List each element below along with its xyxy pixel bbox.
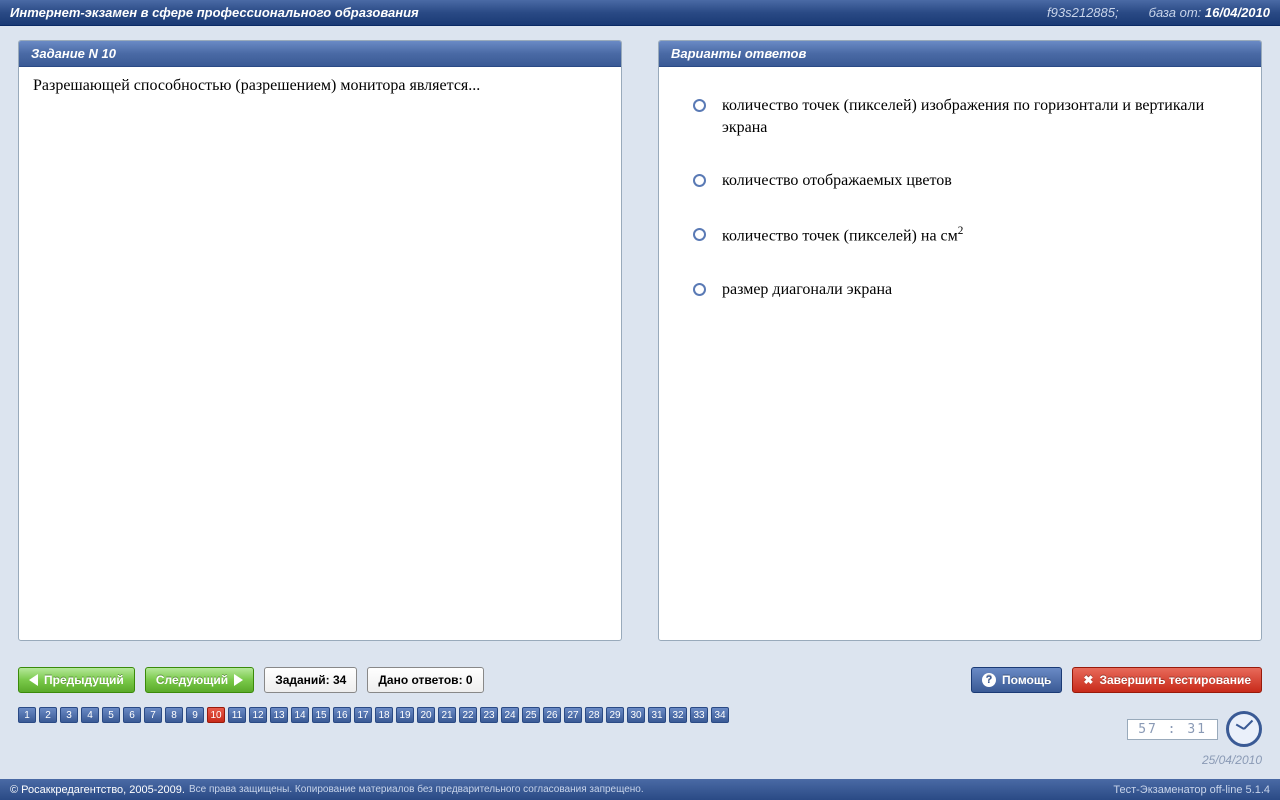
nav-question-27[interactable]: 27: [564, 707, 582, 723]
nav-question-25[interactable]: 25: [522, 707, 540, 723]
nav-question-30[interactable]: 30: [627, 707, 645, 723]
question-text: Разрешающей способностью (разрешением) м…: [19, 67, 621, 640]
answer-text: количество точек (пикселей) изображения …: [722, 95, 1247, 138]
answer-option[interactable]: количество точек (пикселей) на см2: [693, 224, 1247, 247]
radio-button[interactable]: [693, 99, 706, 112]
nav-question-16[interactable]: 16: [333, 707, 351, 723]
help-button[interactable]: ? Помощь: [971, 667, 1062, 693]
radio-button[interactable]: [693, 174, 706, 187]
nav-question-6[interactable]: 6: [123, 707, 141, 723]
nav-question-29[interactable]: 29: [606, 707, 624, 723]
finish-button[interactable]: ✖ Завершить тестирование: [1072, 667, 1262, 693]
current-date: 25/04/2010: [1202, 753, 1262, 767]
nav-question-9[interactable]: 9: [186, 707, 204, 723]
prev-button[interactable]: Предыдущий: [18, 667, 135, 693]
bottom-bar: Предыдущий Следующий Заданий: 34 Дано от…: [0, 655, 1280, 779]
controls-row: Предыдущий Следующий Заданий: 34 Дано от…: [0, 655, 1280, 699]
answer-text: размер диагонали экрана: [722, 279, 892, 301]
nav-question-23[interactable]: 23: [480, 707, 498, 723]
nav-question-31[interactable]: 31: [648, 707, 666, 723]
nav-question-13[interactable]: 13: [270, 707, 288, 723]
arrow-left-icon: [29, 674, 38, 686]
main-area: Задание N 10 Разрешающей способностью (р…: [0, 26, 1280, 655]
answered-box: Дано ответов: 0: [367, 667, 483, 693]
question-mark-icon: ?: [982, 673, 996, 687]
arrow-right-icon: [234, 674, 243, 686]
question-panel: Задание N 10 Разрешающей способностью (р…: [18, 40, 622, 641]
question-panel-header: Задание N 10: [19, 41, 621, 67]
session-id: f93s212885;: [1047, 5, 1119, 20]
answers-panel: Варианты ответов количество точек (пиксе…: [658, 40, 1262, 641]
nav-question-17[interactable]: 17: [354, 707, 372, 723]
nav-question-19[interactable]: 19: [396, 707, 414, 723]
next-button[interactable]: Следующий: [145, 667, 254, 693]
nav-question-8[interactable]: 8: [165, 707, 183, 723]
nav-question-26[interactable]: 26: [543, 707, 561, 723]
clock-icon: [1226, 711, 1262, 747]
answers-panel-header: Варианты ответов: [659, 41, 1261, 67]
radio-button[interactable]: [693, 283, 706, 296]
timer: 57 : 31: [1127, 719, 1218, 740]
nav-question-28[interactable]: 28: [585, 707, 603, 723]
nav-question-33[interactable]: 33: [690, 707, 708, 723]
copyright: © Росаккредагентство, 2005-2009.: [10, 784, 185, 796]
answers-list: количество точек (пикселей) изображения …: [659, 67, 1261, 640]
radio-button[interactable]: [693, 228, 706, 241]
nav-question-21[interactable]: 21: [438, 707, 456, 723]
nav-question-3[interactable]: 3: [60, 707, 78, 723]
question-nav: 1234567891011121314151617181920212223242…: [0, 699, 1280, 723]
nav-question-18[interactable]: 18: [375, 707, 393, 723]
title-bar: Интернет-экзамен в сфере профессионально…: [0, 0, 1280, 26]
nav-question-11[interactable]: 11: [228, 707, 246, 723]
total-questions-box: Заданий: 34: [264, 667, 357, 693]
nav-question-2[interactable]: 2: [39, 707, 57, 723]
nav-question-14[interactable]: 14: [291, 707, 309, 723]
answer-option[interactable]: размер диагонали экрана: [693, 279, 1247, 301]
exit-icon: ✖: [1083, 673, 1093, 687]
app-title: Интернет-экзамен в сфере профессионально…: [10, 5, 1047, 20]
answer-option[interactable]: количество точек (пикселей) изображения …: [693, 95, 1247, 138]
clock-zone: 57 : 31: [1127, 711, 1262, 747]
nav-question-32[interactable]: 32: [669, 707, 687, 723]
answer-option[interactable]: количество отображаемых цветов: [693, 170, 1247, 192]
nav-question-5[interactable]: 5: [102, 707, 120, 723]
nav-question-12[interactable]: 12: [249, 707, 267, 723]
nav-question-1[interactable]: 1: [18, 707, 36, 723]
base-label: база от: 16/04/2010: [1149, 5, 1270, 20]
version-text: Тест-Экзаменатор off-line 5.1.4: [1113, 784, 1270, 796]
nav-question-10[interactable]: 10: [207, 707, 225, 723]
nav-question-34[interactable]: 34: [711, 707, 729, 723]
answer-text: количество точек (пикселей) на см2: [722, 224, 963, 247]
nav-question-4[interactable]: 4: [81, 707, 99, 723]
nav-question-24[interactable]: 24: [501, 707, 519, 723]
answer-text: количество отображаемых цветов: [722, 170, 952, 192]
nav-question-20[interactable]: 20: [417, 707, 435, 723]
rights-text: Все права защищены. Копирование материал…: [189, 784, 1113, 795]
nav-question-15[interactable]: 15: [312, 707, 330, 723]
footer-bar: © Росаккредагентство, 2005-2009. Все пра…: [0, 779, 1280, 800]
nav-question-7[interactable]: 7: [144, 707, 162, 723]
nav-question-22[interactable]: 22: [459, 707, 477, 723]
